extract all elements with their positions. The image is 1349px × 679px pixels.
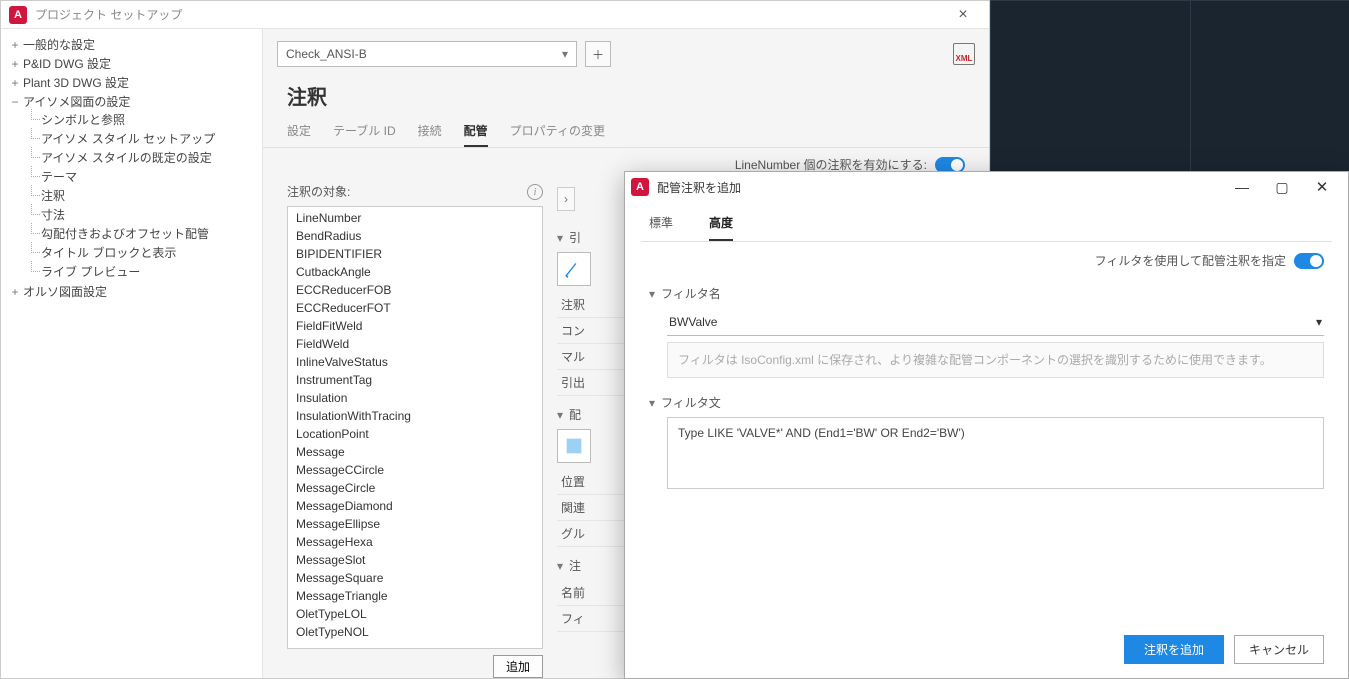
xml-export-button[interactable]: XML: [953, 43, 975, 65]
main-titlebar: A プロジェクト セットアップ ×: [1, 1, 989, 29]
cancel-button[interactable]: キャンセル: [1234, 635, 1324, 664]
list-item[interactable]: ECCReducerFOB: [288, 281, 542, 299]
list-item[interactable]: CutbackAngle: [288, 263, 542, 281]
expand-icon[interactable]: +: [9, 57, 21, 71]
filter-text-header: フィルタ文: [661, 394, 721, 411]
list-item[interactable]: FieldWeld: [288, 335, 542, 353]
list-item[interactable]: BendRadius: [288, 227, 542, 245]
tab-piping[interactable]: 配管: [464, 122, 488, 147]
chevron-down-icon[interactable]: ▾: [557, 408, 563, 422]
tree-node[interactable]: 注釈: [31, 186, 258, 205]
filter-expression-input[interactable]: Type LIKE 'VALVE*' AND (End1='BW' OR End…: [667, 417, 1324, 489]
tree-node[interactable]: +Plant 3D DWG 設定: [5, 73, 258, 92]
settings-tree[interactable]: +一般的な設定 +P&ID DWG 設定 +Plant 3D DWG 設定 −ア…: [1, 29, 263, 678]
tree-node[interactable]: 勾配付きおよびオフセット配管: [31, 224, 258, 243]
list-item[interactable]: MessageSquare: [288, 569, 542, 587]
tree-node[interactable]: +オルソ図面設定: [5, 282, 258, 301]
add-style-button[interactable]: ＋: [585, 41, 611, 67]
chevron-down-icon[interactable]: ▾: [649, 287, 655, 301]
tree-node[interactable]: タイトル ブロックと表示: [31, 243, 258, 262]
chevron-down-icon: ▾: [562, 47, 568, 61]
tab-connection[interactable]: 接続: [418, 122, 442, 147]
tree-node[interactable]: −アイソメ図面の設定 シンボルと参照 アイソメ スタイル セットアップ アイソメ…: [5, 92, 258, 282]
tree-node[interactable]: 寸法: [31, 205, 258, 224]
chevron-down-icon: ▾: [1316, 315, 1322, 329]
tab-table-id[interactable]: テーブル ID: [333, 122, 396, 147]
filter-name-select[interactable]: BWValve ▾: [667, 308, 1324, 336]
list-item[interactable]: MessageHexa: [288, 533, 542, 551]
list-item[interactable]: MessageDiamond: [288, 497, 542, 515]
maximize-button[interactable]: ▢: [1262, 173, 1302, 201]
chevron-down-icon[interactable]: ▾: [557, 559, 563, 573]
target-label: 注釈の対象:: [287, 183, 350, 200]
list-item[interactable]: LocationPoint: [288, 425, 542, 443]
add-annotation-button[interactable]: 追加: [493, 655, 543, 678]
tab-property-change[interactable]: プロパティの変更: [510, 122, 605, 147]
filter-toggle-label: フィルタを使用して配管注釈を指定: [1095, 252, 1286, 269]
tree-node[interactable]: テーマ: [31, 167, 258, 186]
list-item[interactable]: InsulationWithTracing: [288, 407, 542, 425]
expand-icon[interactable]: +: [9, 285, 21, 299]
tree-node[interactable]: +P&ID DWG 設定: [5, 54, 258, 73]
list-item[interactable]: OletTypeNOL: [288, 623, 542, 641]
collapse-icon[interactable]: −: [9, 95, 21, 109]
app-icon: A: [9, 6, 27, 24]
add-annotation-confirm-button[interactable]: 注釈を追加: [1124, 635, 1224, 664]
info-icon[interactable]: i: [527, 184, 543, 200]
list-item[interactable]: OletTypeLOL: [288, 605, 542, 623]
tab-settings[interactable]: 設定: [287, 122, 311, 147]
list-item[interactable]: MessageSlot: [288, 551, 542, 569]
tree-node[interactable]: アイソメ スタイルの既定の設定: [31, 148, 258, 167]
expand-icon[interactable]: +: [9, 38, 21, 52]
minimize-button[interactable]: —: [1222, 173, 1262, 201]
list-item[interactable]: FieldFitWeld: [288, 317, 542, 335]
app-icon: A: [631, 178, 649, 196]
add-piping-annotation-dialog: A 配管注釈を追加 — ▢ ✕ 注釈名: 標準 高度 フィルタを使用して配管注釈…: [624, 171, 1349, 679]
section-title: 注釈: [263, 77, 989, 122]
dialog-tabs: 標準 高度: [641, 208, 1332, 242]
chevron-down-icon[interactable]: ▾: [557, 231, 563, 245]
dialog-titlebar: A 配管注釈を追加 — ▢ ✕: [625, 172, 1348, 202]
list-item[interactable]: InlineValveStatus: [288, 353, 542, 371]
list-item[interactable]: InstrumentTag: [288, 371, 542, 389]
chevron-down-icon[interactable]: ▾: [649, 396, 655, 410]
list-item[interactable]: ECCReducerFOT: [288, 299, 542, 317]
expand-right-button[interactable]: ›: [557, 187, 575, 211]
list-item[interactable]: Insulation: [288, 389, 542, 407]
list-item[interactable]: BIPIDENTIFIER: [288, 245, 542, 263]
dialog-close-button[interactable]: ✕: [1302, 173, 1342, 201]
list-item[interactable]: MessageEllipse: [288, 515, 542, 533]
filter-name-header: フィルタ名: [661, 285, 721, 302]
dialog-title: 配管注釈を追加: [657, 179, 741, 196]
tree-node[interactable]: シンボルと参照: [31, 110, 258, 129]
list-item[interactable]: Message: [288, 443, 542, 461]
main-close-button[interactable]: ×: [945, 3, 981, 27]
annotation-target-list[interactable]: LineNumberBendRadiusBIPIDENTIFIERCutback…: [287, 206, 543, 649]
list-item[interactable]: LineNumber: [288, 207, 542, 227]
placement-preview[interactable]: [557, 429, 591, 463]
tree-node[interactable]: ライブ プレビュー: [31, 262, 258, 281]
style-combobox[interactable]: Check_ANSI-B ▾: [277, 41, 577, 67]
settings-tabs: 設定 テーブル ID 接続 配管 プロパティの変更: [263, 122, 989, 148]
tree-node[interactable]: +一般的な設定: [5, 35, 258, 54]
tab-standard[interactable]: 標準: [649, 214, 673, 241]
combo-value: Check_ANSI-B: [286, 47, 367, 61]
filter-hint: フィルタは IsoConfig.xml に保存され、より複雑な配管コンポーネント…: [667, 342, 1324, 378]
list-item[interactable]: MessageCircle: [288, 479, 542, 497]
window-title: プロジェクト セットアップ: [35, 6, 182, 23]
list-item[interactable]: MessageTriangle: [288, 587, 542, 605]
expand-icon[interactable]: +: [9, 76, 21, 90]
leader-style-preview[interactable]: [557, 252, 591, 286]
list-item[interactable]: MessageCCircle: [288, 461, 542, 479]
tab-advanced[interactable]: 高度: [709, 214, 733, 241]
use-filter-toggle[interactable]: [1294, 253, 1324, 269]
tree-node[interactable]: アイソメ スタイル セットアップ: [31, 129, 258, 148]
